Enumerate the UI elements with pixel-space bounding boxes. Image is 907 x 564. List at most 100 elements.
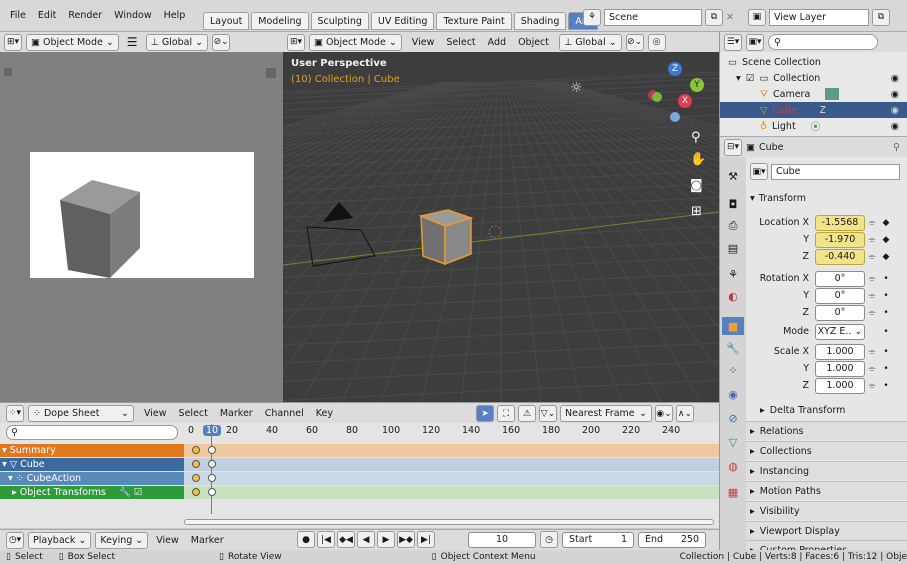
texture-tab-icon[interactable]: ▦	[722, 483, 744, 501]
tab-modeling[interactable]: Modeling	[251, 12, 309, 30]
menu-render[interactable]: Render	[62, 10, 108, 21]
constraints-tab-icon[interactable]: ⊘	[722, 409, 744, 427]
proportional-icon[interactable]: ◉⌄	[655, 405, 673, 422]
relations-panel[interactable]: ▸ Relations	[746, 421, 907, 440]
camera-mode-dropdown[interactable]: ▣ Object Mode ⌄	[26, 33, 119, 51]
view-layer-icon-button[interactable]: ▣	[748, 8, 766, 26]
data-tab-icon[interactable]: ▽	[722, 433, 744, 451]
menu-help[interactable]: Help	[158, 10, 192, 21]
outliner-item-collection[interactable]: ▾ ☑ ▭ Collection ◉	[720, 70, 907, 86]
timeline-menu-view[interactable]: View	[152, 535, 183, 546]
tab-uv-editing[interactable]: UV Editing	[370, 12, 435, 30]
cursor-select-icon[interactable]: ➤	[476, 405, 494, 422]
rotation-mode-dropdown[interactable]: XYZ E.. ⌄	[815, 323, 865, 340]
view-layer-name[interactable]: View Layer	[769, 8, 869, 26]
horizontal-scrollbar[interactable]	[184, 519, 714, 525]
record-icon[interactable]: ●	[297, 531, 315, 548]
viewport-3d[interactable]: ⊞▾ ▣ Object Mode ⌄ View Select Add Object …	[283, 32, 719, 402]
lock-icon[interactable]: ⌯	[865, 235, 879, 245]
scene-icon-button[interactable]: ⚘	[583, 8, 601, 26]
checkbox-icon[interactable]: ☑	[746, 73, 755, 84]
scale-x-field[interactable]: 1.000	[815, 343, 865, 360]
camera-view-arrow-left[interactable]	[4, 68, 12, 76]
viewport-editor-type-button[interactable]: ⊞▾	[287, 33, 305, 51]
navigation-gizmo[interactable]: Z Y X	[638, 60, 708, 130]
play-reverse-icon[interactable]: ◀	[357, 531, 375, 548]
tab-sculpting[interactable]: Sculpting	[310, 12, 369, 30]
outliner-editor-type[interactable]: ☰▾	[724, 33, 742, 51]
current-frame-indicator[interactable]: 10	[203, 425, 222, 436]
outliner-search-input[interactable]	[780, 37, 861, 47]
keyframe-cube-2[interactable]	[208, 460, 216, 468]
object-data-icon-button[interactable]: ▣▾	[750, 163, 768, 180]
lock-icon[interactable]: ⌯	[865, 218, 879, 228]
collections-panel[interactable]: ▸ Collections	[746, 441, 907, 460]
dope-sheet-mode-dropdown[interactable]: ⁘ Dope Sheet ⌄	[28, 404, 134, 422]
rotation-z-field[interactable]: 0°	[815, 304, 865, 321]
remove-scene-icon[interactable]: ✕	[726, 12, 738, 23]
tab-shading[interactable]: Shading	[513, 12, 567, 30]
tab-texture-paint[interactable]: Texture Paint	[436, 12, 512, 30]
snap-button[interactable]: ⊘⌄	[625, 33, 644, 51]
ortho-grid-icon[interactable]: ⊞	[691, 204, 702, 219]
viewport-display-panel[interactable]: ▸ Viewport Display	[746, 521, 907, 540]
camera-orientation-dropdown[interactable]: ⊥ Global ⌄	[145, 33, 209, 51]
keyframe-dot-icon[interactable]: •	[879, 327, 893, 337]
dope-menu-marker[interactable]: Marker	[214, 408, 259, 419]
current-frame-field[interactable]: 10	[468, 531, 536, 548]
motion-paths-panel[interactable]: ▸ Motion Paths	[746, 481, 907, 500]
gizmo-x-axis[interactable]: X	[678, 94, 692, 108]
dope-search[interactable]: ⚲	[6, 425, 178, 440]
editor-type-button[interactable]: ⊞▾	[4, 33, 22, 51]
viewport-menu-view[interactable]: View	[406, 37, 441, 48]
object-name-input[interactable]: Cube	[771, 163, 900, 180]
outliner-scene-collection[interactable]: ▭ Scene Collection	[720, 54, 907, 70]
camera-view-icon[interactable]: ◙	[690, 178, 703, 193]
camera-view-arrow-right[interactable]	[266, 68, 276, 78]
keyframe-dot-icon[interactable]: •	[879, 274, 893, 284]
keyframe-dot-icon[interactable]: •	[879, 364, 893, 374]
visibility-panel[interactable]: ▸ Visibility	[746, 501, 907, 520]
keyframe-transforms-2[interactable]	[208, 488, 216, 496]
only-selected-icon[interactable]: ⛶	[497, 405, 515, 422]
keying-dropdown[interactable]: Keying ⌄	[95, 531, 149, 549]
keyframe-summary[interactable]	[192, 446, 200, 454]
playhead-line[interactable]	[211, 424, 212, 514]
keyframe-dot-icon[interactable]: •	[879, 308, 893, 318]
channel-object-transforms[interactable]: ▸ Object Transforms 🔧 ☑	[0, 486, 184, 499]
proportional-edit-button[interactable]: ◎	[647, 33, 666, 51]
delta-transform-subpanel[interactable]: ▸ Delta Transform	[746, 401, 907, 419]
outliner-search[interactable]: ⚲	[768, 34, 878, 50]
jump-start-icon[interactable]: |◀	[317, 531, 335, 548]
dope-menu-select[interactable]: Select	[173, 408, 214, 419]
snap-mode-dropdown[interactable]: Nearest Frame ⌄	[560, 405, 652, 422]
location-x-field[interactable]: -1.5568	[815, 214, 865, 231]
gizmo-z-axis[interactable]: Z	[668, 62, 682, 76]
timeline-editor-type[interactable]: ◷▾	[6, 531, 24, 549]
keyframe-summary-2[interactable]	[208, 446, 216, 454]
checkbox-icon[interactable]: ☑	[134, 487, 143, 498]
viewport-orientation-dropdown[interactable]: ⊥ Global ⌄	[559, 33, 622, 51]
expand-arrow-icon[interactable]: ▾	[736, 73, 741, 84]
wrench-icon[interactable]: 🔧	[119, 487, 131, 498]
keyframe-dot-icon[interactable]: •	[879, 381, 893, 391]
menu-window[interactable]: Window	[108, 10, 157, 21]
hamburger-icon[interactable]: ☰	[123, 35, 142, 49]
jump-end-icon[interactable]: ▶|	[417, 531, 435, 548]
location-z-field[interactable]: -0.440	[815, 248, 865, 265]
gizmo-neg-y[interactable]	[652, 92, 662, 102]
pan-hand-icon[interactable]: ✋	[690, 152, 706, 167]
menu-edit[interactable]: Edit	[32, 10, 62, 21]
tool-tab-icon[interactable]: ⚒	[722, 167, 744, 185]
pin-icon[interactable]: ⚲	[893, 142, 900, 153]
dope-menu-view[interactable]: View	[138, 408, 173, 419]
gizmo-neg-z[interactable]	[670, 112, 680, 122]
outliner-item-light[interactable]: ♁ Light ⦿ ◉	[720, 118, 907, 134]
falloff-icon[interactable]: ∧⌄	[676, 405, 694, 422]
start-frame-field[interactable]: Start 1	[562, 531, 634, 548]
new-scene-icon[interactable]: ⧉	[705, 8, 723, 26]
channel-summary[interactable]: ▾ Summary	[0, 444, 184, 457]
keyframe-dot-icon[interactable]: •	[879, 347, 893, 357]
keyframe-transforms[interactable]	[192, 488, 200, 496]
rotation-y-field[interactable]: 0°	[815, 287, 865, 304]
